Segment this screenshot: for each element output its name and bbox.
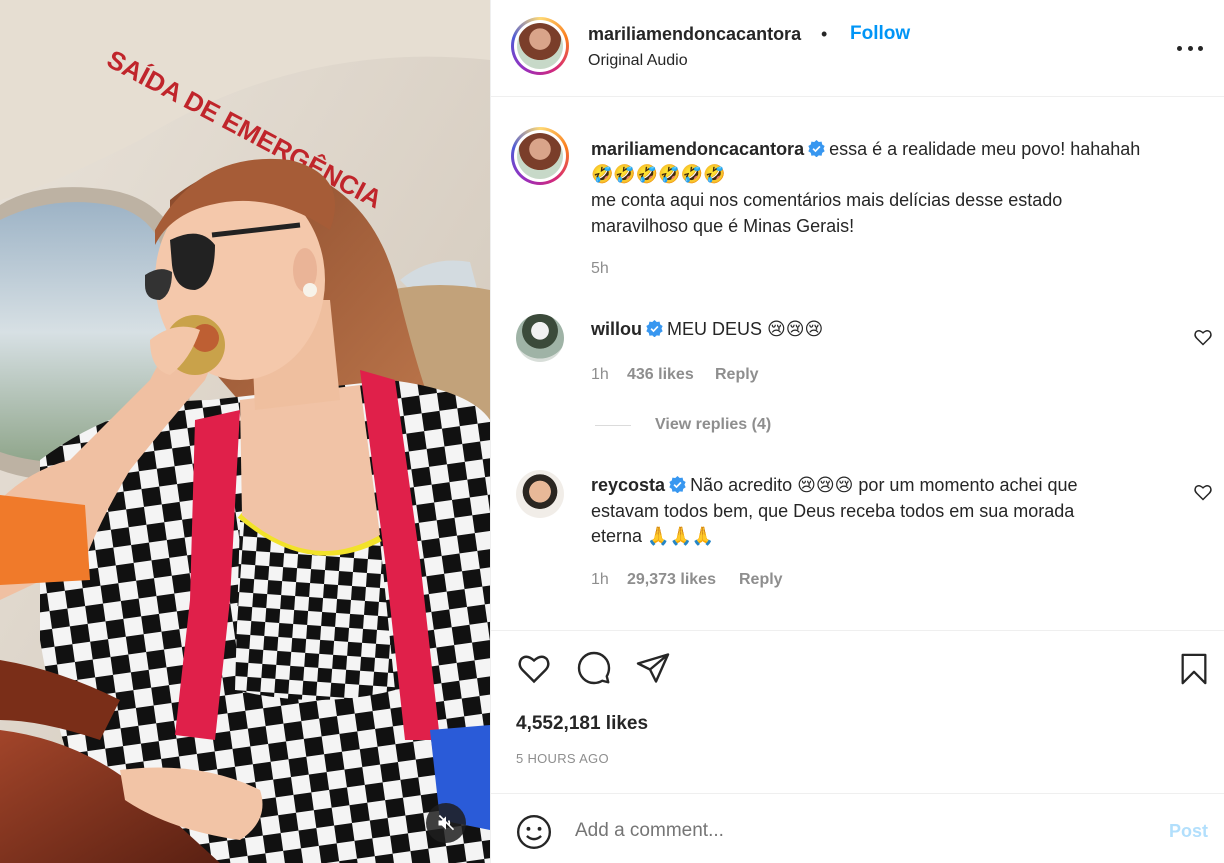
follow-button[interactable]: Follow	[850, 23, 910, 45]
commenter-avatar-reycosta[interactable]	[516, 470, 564, 518]
verified-badge-icon	[669, 476, 686, 493]
bookmark-icon[interactable]	[1177, 650, 1211, 688]
comment-1-likes[interactable]: 436 likes	[627, 366, 694, 384]
comment-1-reply-button[interactable]: Reply	[715, 366, 759, 384]
post-header: mariliamendoncacantora • Follow Original…	[491, 0, 1224, 97]
view-replies-button[interactable]: View replies (4)	[655, 416, 771, 434]
video-frame: SAÍDA DE EMERGÊNCIA	[0, 0, 490, 863]
separator-dot: •	[821, 24, 828, 44]
commenter-avatar-willou[interactable]	[516, 314, 564, 362]
comment-2-time[interactable]: 1h	[591, 571, 609, 589]
caption-text-3: me conta aqui nos comentários mais delíc…	[591, 190, 1063, 210]
caption-time[interactable]: 5h	[591, 260, 609, 278]
comment-2-likes[interactable]: 29,373 likes	[627, 571, 716, 589]
instagram-post-view: SAÍDA DE EMERGÊNCIA mariliamendoncacanto…	[0, 0, 1224, 863]
comment-2-line-1: reycosta Não acredito 😢😢😢 por um momento …	[591, 472, 1171, 498]
post-time-ago[interactable]: 5 HOURS AGO	[516, 751, 609, 766]
caption-line-1: mariliamendoncacantora essa é a realidade…	[591, 136, 1211, 162]
verified-badge-icon	[646, 320, 663, 337]
caption-emoji-line: 🤣🤣🤣🤣🤣🤣	[591, 164, 726, 184]
caption-username[interactable]: mariliamendoncacantora	[591, 139, 804, 159]
comment-1-username[interactable]: willou	[591, 319, 642, 339]
audio-label[interactable]: Original Audio	[588, 52, 688, 70]
comment-2-username[interactable]: reycosta	[591, 475, 665, 495]
post-video[interactable]: SAÍDA DE EMERGÊNCIA	[0, 0, 490, 863]
comment-1-like-icon[interactable]	[1193, 327, 1213, 347]
mute-toggle-button[interactable]	[426, 803, 466, 843]
post-button[interactable]: Post	[1169, 821, 1208, 842]
comment-2-like-icon[interactable]	[1193, 482, 1213, 502]
comment-2-text-3: eterna 🙏🙏🙏	[591, 526, 715, 546]
comment-2-text-2: estavam todos bem, que Deus receba todos…	[591, 501, 1075, 521]
likes-count[interactable]: 4,552,181 likes	[516, 713, 648, 735]
caption-avatar[interactable]	[511, 127, 569, 185]
emoji-icon[interactable]	[515, 813, 553, 851]
post-details-panel: mariliamendoncacantora • Follow Original…	[490, 0, 1224, 863]
share-icon[interactable]	[634, 650, 672, 686]
heart-icon[interactable]	[515, 650, 553, 686]
comment-icon[interactable]	[575, 650, 613, 686]
caption-text-4: maravilhoso que é Minas Gerais!	[591, 216, 855, 236]
caption-text-1: essa é a realidade meu povo! hahahah	[829, 139, 1141, 159]
comment-2-text-1: Não acredito 😢😢😢 por um momento achei qu…	[690, 475, 1078, 495]
more-options-icon[interactable]	[1177, 37, 1203, 59]
comment-1-text: MEU DEUS 😢😢😢	[667, 319, 824, 339]
author-avatar[interactable]	[511, 17, 569, 75]
comment-input[interactable]	[575, 820, 1135, 842]
comment-1-line: willou MEU DEUS 😢😢😢	[591, 316, 823, 342]
speaker-muted-icon	[438, 814, 455, 831]
replies-divider	[595, 425, 631, 426]
comment-1-time[interactable]: 1h	[591, 366, 609, 384]
author-username[interactable]: mariliamendoncacantora	[588, 24, 801, 45]
verified-badge-icon	[808, 140, 825, 157]
comment-2-reply-button[interactable]: Reply	[739, 571, 783, 589]
